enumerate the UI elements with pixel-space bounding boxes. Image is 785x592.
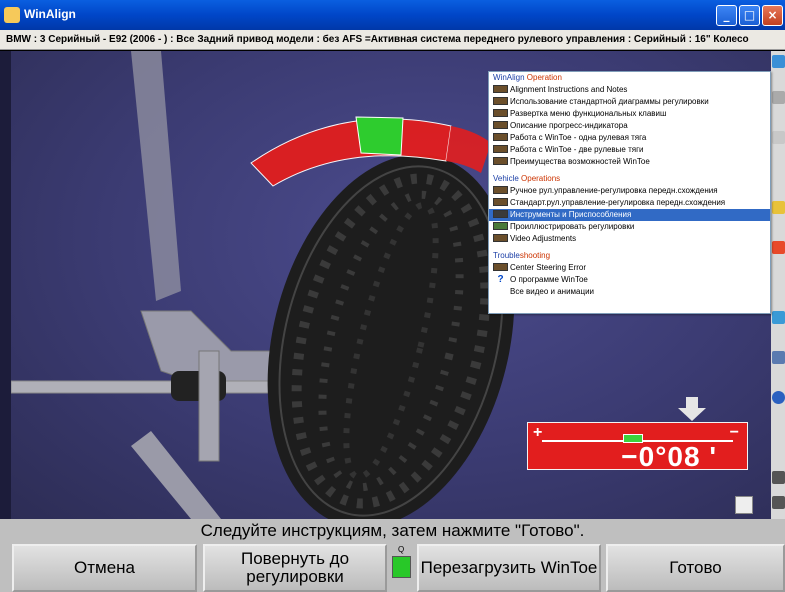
menu-item-selected[interactable]: Инструменты и Приспособления xyxy=(489,209,770,221)
toe-readout: + − −0°08 ' xyxy=(527,422,748,472)
illustration-icon xyxy=(493,222,508,230)
vehicle-spec-bar: BMW : 3 Серийный - E92 (2006 - ) : Все З… xyxy=(0,30,785,50)
plus-sign: + xyxy=(533,424,543,441)
tool-icon[interactable] xyxy=(772,351,785,364)
tie-rod xyxy=(11,380,292,394)
tool-icon[interactable] xyxy=(772,311,785,324)
menu-item[interactable]: Стандарт.рул.управление-регулировка пере… xyxy=(489,197,770,209)
tool-icon[interactable] xyxy=(772,241,785,254)
menu-item[interactable]: Преимущества возможностей WinToe xyxy=(489,156,770,168)
tool-icon[interactable] xyxy=(772,91,785,104)
tools-icon xyxy=(493,210,508,218)
left-edge xyxy=(0,51,11,519)
menu-item[interactable]: Center Steering Error xyxy=(489,262,770,274)
video-icon xyxy=(493,109,508,117)
menu-section-heading: WinAlign Operation xyxy=(493,73,562,82)
q-label: Q xyxy=(398,545,405,554)
menu-section-heading: Vehicle Operations xyxy=(493,174,561,183)
window-titlebar: WinAlign _ □ × xyxy=(0,0,785,30)
video-icon xyxy=(493,186,508,194)
video-icon xyxy=(493,263,508,271)
strut xyxy=(131,51,181,301)
knuckle-lower xyxy=(198,350,220,462)
quality-indicator: Q xyxy=(391,544,413,592)
menu-item[interactable]: ? О программе WinToe xyxy=(489,274,770,286)
cancel-button[interactable]: Отмена xyxy=(12,544,197,592)
menu-item[interactable]: Ручное рул.управление-регулировка передн… xyxy=(489,185,770,197)
menu-item[interactable]: Работа с WinToe - одна рулевая тяга xyxy=(489,132,770,144)
close-button[interactable]: × xyxy=(762,5,783,26)
video-icon xyxy=(493,85,508,93)
menu-item[interactable]: Использование стандартной диаграммы регу… xyxy=(489,96,770,108)
instruction-text: Следуйте инструкциям, затем нажмите "Гот… xyxy=(200,521,585,540)
menu-item[interactable]: Развертка меню функциональных клавиш xyxy=(489,108,770,120)
help-menu: WinAlign Operation Alignment Instruction… xyxy=(488,71,771,314)
rotate-to-adjust-button[interactable]: Повернуть до регулировки xyxy=(203,544,387,592)
mute-icon[interactable] xyxy=(735,496,753,514)
menu-item[interactable]: Проиллюстрировать регулировки xyxy=(489,221,770,233)
video-icon xyxy=(493,133,508,141)
right-toolbar xyxy=(771,51,785,519)
menu-item[interactable]: Все видео и анимации xyxy=(489,286,770,298)
done-button[interactable]: Готово xyxy=(606,544,785,592)
menu-section-heading: Troubleshooting xyxy=(493,251,551,260)
tool-icon[interactable] xyxy=(772,496,785,509)
video-icon xyxy=(493,198,508,206)
video-icon xyxy=(493,97,508,105)
restart-wintoe-button[interactable]: Перезагрузить WinToe xyxy=(417,544,601,592)
arrow-down-icon xyxy=(678,397,706,421)
window-title: WinAlign xyxy=(24,7,76,21)
menu-item[interactable]: Работа с WinToe - две рулевые тяги xyxy=(489,144,770,156)
tool-icon[interactable] xyxy=(772,131,785,144)
toe-value: −0°08 ' xyxy=(621,441,717,472)
video-icon xyxy=(493,145,508,153)
tool-icon[interactable] xyxy=(772,471,785,484)
menu-item[interactable]: Alignment Instructions and Notes xyxy=(489,84,770,96)
video-icon xyxy=(493,121,508,129)
minimize-button[interactable]: _ xyxy=(716,5,737,26)
menu-item[interactable]: Video Adjustments xyxy=(489,233,770,245)
video-icon xyxy=(493,234,508,242)
q-status-square xyxy=(392,556,411,578)
winalign-app-icon xyxy=(4,7,20,23)
globe-icon[interactable] xyxy=(772,391,785,404)
tool-icon[interactable] xyxy=(772,201,785,214)
tool-icon[interactable] xyxy=(772,55,785,68)
maximize-button[interactable]: □ xyxy=(739,5,760,26)
menu-item[interactable]: Описание прогресс-индикатора xyxy=(489,120,770,132)
toe-arc-green-zone xyxy=(355,116,404,156)
video-icon xyxy=(493,157,508,165)
question-icon: ? xyxy=(497,274,504,285)
